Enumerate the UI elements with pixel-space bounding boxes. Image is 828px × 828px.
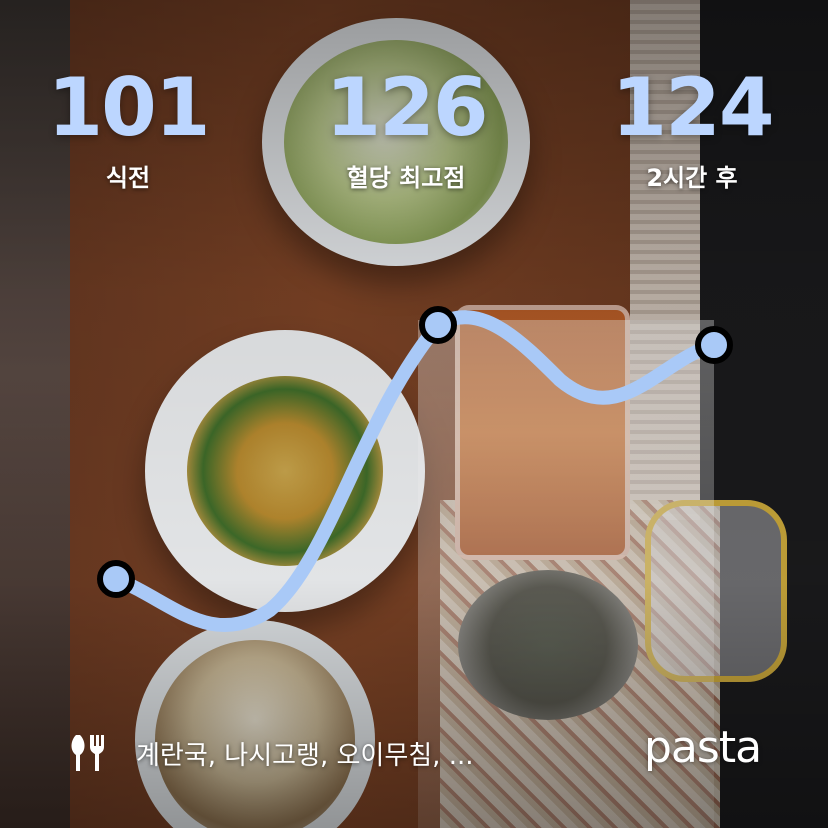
fork-knife-icon <box>71 735 104 771</box>
meal-foods-text: 계란국, 나시고랭, 오이무침, ... <box>136 740 474 771</box>
curve-marker-peak <box>419 306 457 344</box>
glucose-curve-line <box>109 310 721 633</box>
brand-logo: pasta <box>644 722 762 773</box>
glucose-curve <box>97 306 733 633</box>
meal-footer: 계란국, 나시고랭, 오이무침, ... <box>66 728 474 778</box>
curve-marker-two-hours-after <box>695 326 733 364</box>
curve-marker-before-meal <box>97 560 135 598</box>
